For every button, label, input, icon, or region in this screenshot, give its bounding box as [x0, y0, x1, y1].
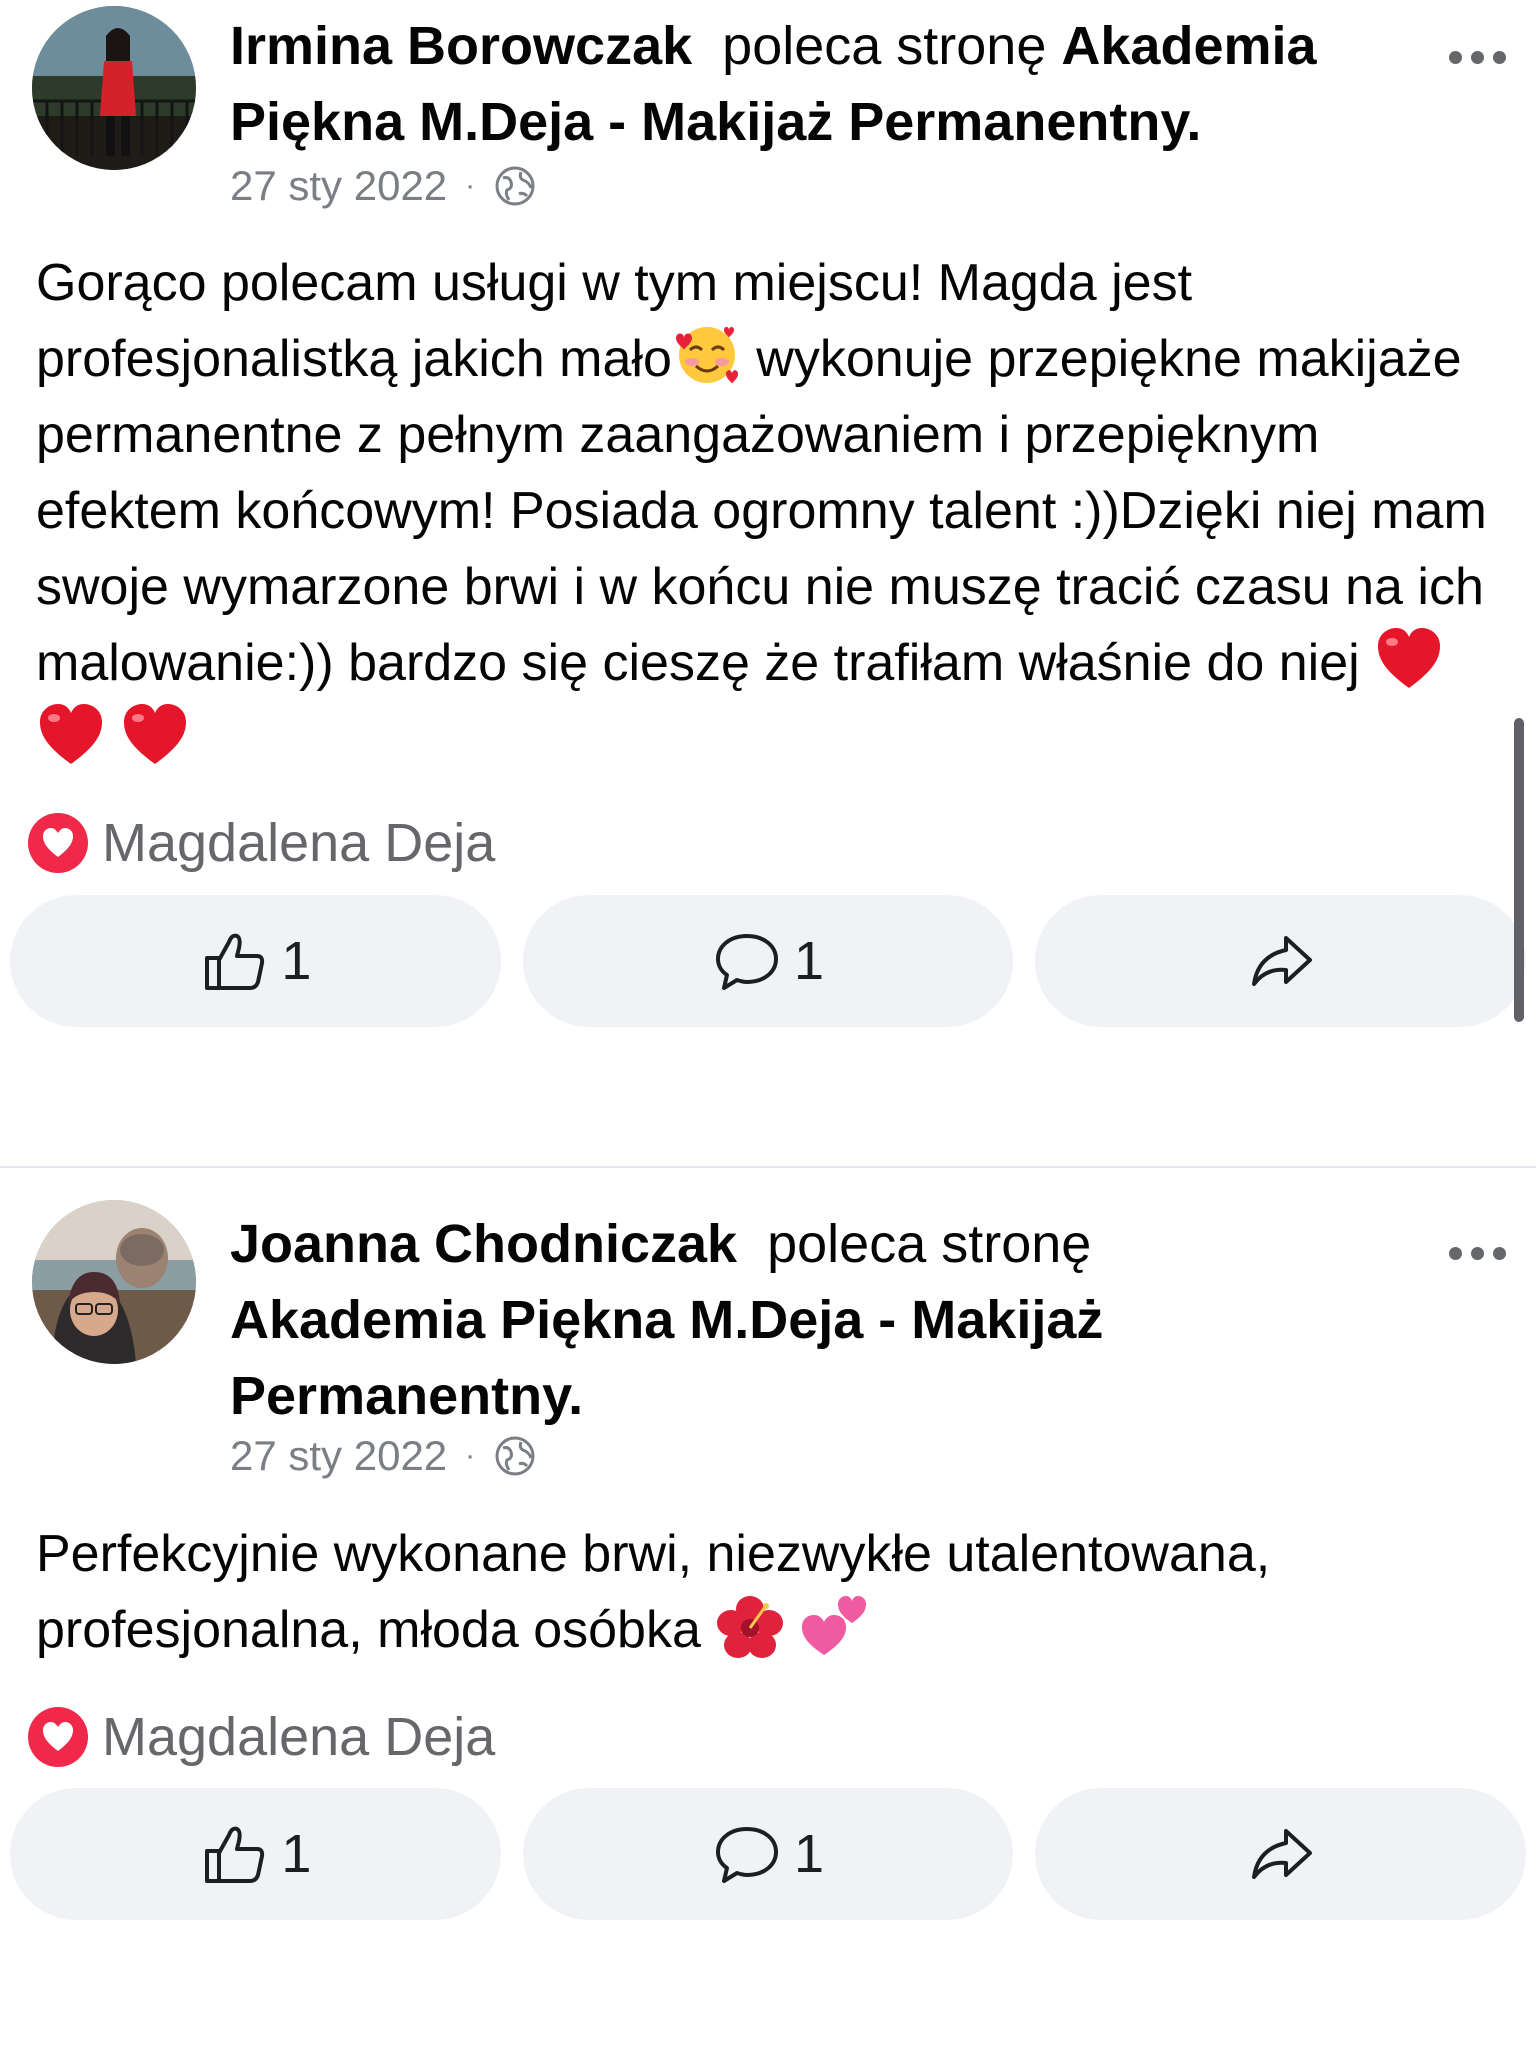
share-button[interactable]	[1035, 895, 1527, 1027]
post-header: Irmina Borowczak poleca stronę Akademia …	[230, 8, 1390, 160]
author-name[interactable]: Joanna Chodniczak	[230, 1214, 737, 1274]
reviews-page: Irmina Borowczak poleca stronę Akademia …	[0, 0, 1536, 2048]
more-dot	[1471, 1247, 1484, 1260]
avatar[interactable]	[32, 1200, 196, 1364]
reaction-summary[interactable]: Magdalena Deja	[28, 812, 495, 874]
more-options-button[interactable]	[1449, 1247, 1506, 1260]
thumbs-up-icon	[199, 1819, 269, 1889]
thumbs-up-icon	[199, 926, 269, 996]
heart-reaction-icon	[28, 813, 88, 873]
more-dot	[1449, 1247, 1462, 1260]
post-meta: 27 sty 2022 ·	[230, 162, 537, 210]
like-button[interactable]: 1	[10, 895, 501, 1027]
meta-separator: ·	[465, 1439, 476, 1472]
more-dot	[1471, 51, 1484, 64]
like-count: 1	[281, 1824, 312, 1884]
speech-bubble-icon	[712, 926, 782, 996]
share-arrow-icon	[1246, 1819, 1316, 1889]
reaction-by-name: Magdalena Deja	[102, 813, 496, 873]
smiling-face-with-hearts-icon	[672, 322, 742, 388]
post-actions: 1 1	[10, 895, 1527, 1027]
review-text: Perfekcyjnie wykonane brwi, niezwykłe ut…	[36, 1516, 1500, 1668]
review-text-part: Perfekcyjnie wykonane brwi, niezwykłe ut…	[36, 1525, 1271, 1659]
avatar-image	[32, 1200, 196, 1364]
comment-button[interactable]: 1	[522, 1788, 1014, 1920]
recommend-verb: poleca stronę	[767, 1214, 1092, 1274]
review-text: Gorąco polecam usługi w tym miejscu! Mag…	[36, 245, 1500, 777]
like-count: 1	[281, 931, 312, 991]
avatar[interactable]	[32, 6, 196, 170]
globe-icon	[493, 1434, 537, 1478]
comment-button[interactable]: 1	[522, 895, 1014, 1027]
more-dot	[1449, 51, 1462, 64]
speech-bubble-icon	[712, 1819, 782, 1889]
hibiscus-icon	[715, 1593, 785, 1659]
more-dot	[1493, 51, 1506, 64]
more-dot	[1493, 1247, 1506, 1260]
post-meta: 27 sty 2022 ·	[230, 1432, 537, 1480]
post-header: Joanna Chodniczak poleca stronę Akademia…	[230, 1206, 1190, 1434]
comment-count: 1	[793, 1824, 825, 1884]
recommend-verb: poleca stronę	[722, 16, 1047, 76]
post-actions: 1 1	[10, 1788, 1527, 1920]
globe-icon	[493, 164, 537, 208]
comment-count: 1	[793, 931, 825, 991]
red-heart-icon	[120, 702, 190, 768]
share-button[interactable]	[1035, 1788, 1527, 1920]
like-button[interactable]: 1	[10, 1788, 501, 1920]
heart-reaction-icon	[28, 1707, 88, 1767]
share-arrow-icon	[1246, 926, 1316, 996]
page-name-link[interactable]: Akademia Piękna M.Deja - Makijaż Permane…	[230, 1290, 1103, 1426]
meta-separator: ·	[465, 169, 476, 202]
avatar-image	[32, 6, 196, 170]
post-divider	[0, 1166, 1536, 1168]
post-date[interactable]: 27 sty 2022	[230, 1432, 447, 1480]
red-heart-icon	[1374, 626, 1444, 692]
reaction-summary[interactable]: Magdalena Deja	[28, 1706, 495, 1768]
red-heart-icon	[36, 702, 106, 768]
more-options-button[interactable]	[1449, 51, 1506, 64]
two-hearts-icon	[800, 1593, 870, 1659]
reaction-by-name: Magdalena Deja	[102, 1707, 496, 1767]
author-name[interactable]: Irmina Borowczak	[230, 16, 692, 76]
post-date[interactable]: 27 sty 2022	[230, 162, 447, 210]
scrollbar[interactable]	[1514, 718, 1524, 1022]
